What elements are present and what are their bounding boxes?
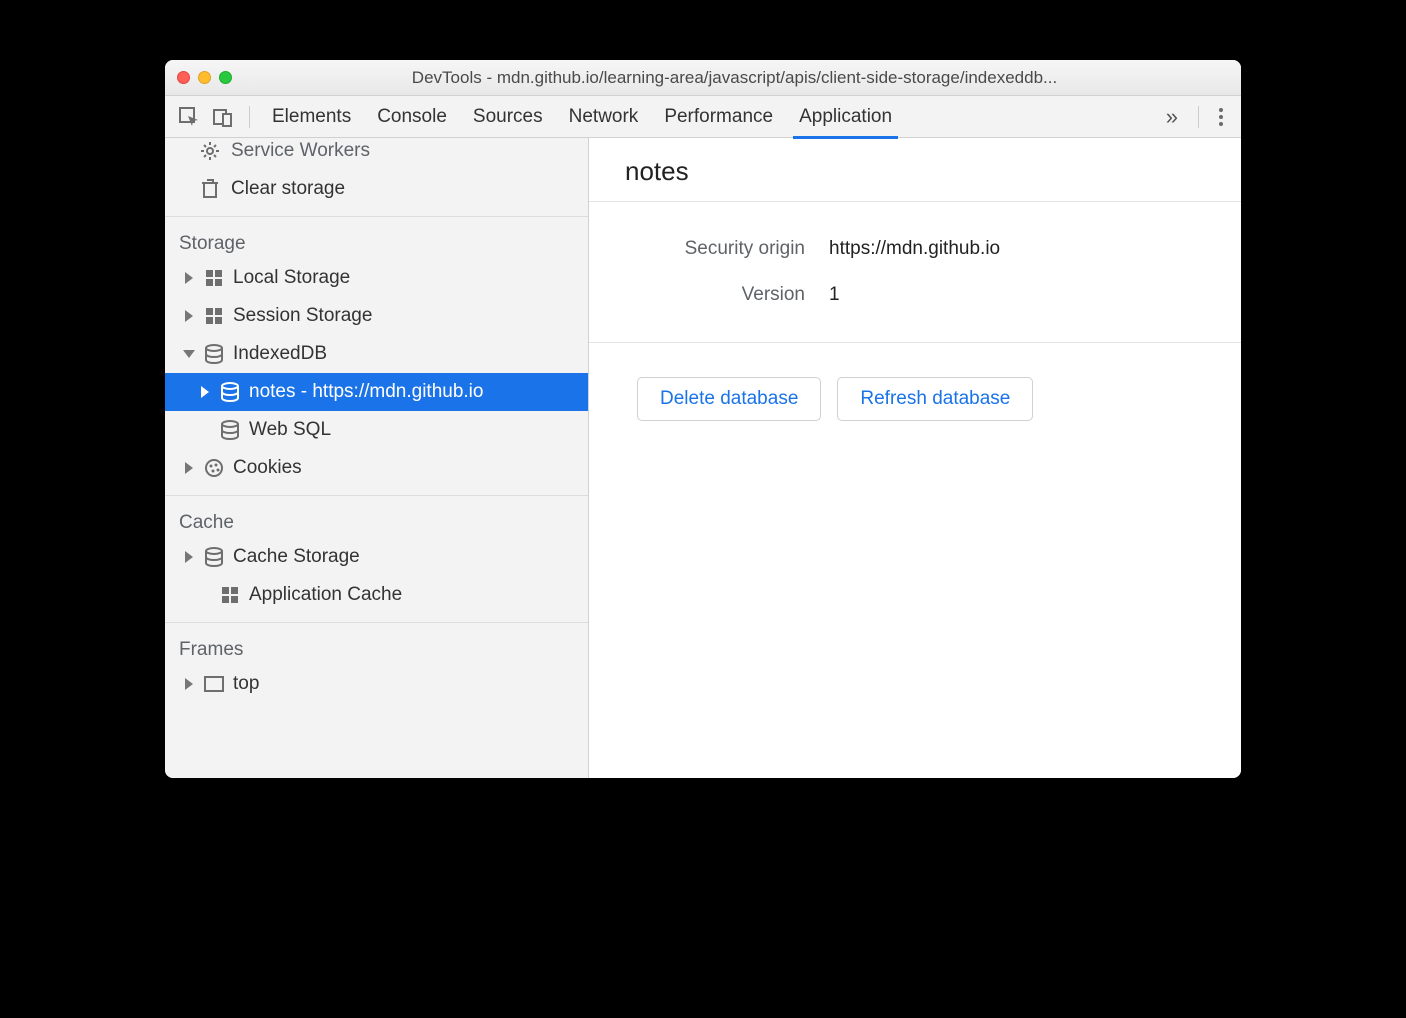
settings-menu-icon[interactable] [1211, 108, 1231, 126]
trash-icon [199, 178, 221, 200]
toolbar-separator [1198, 106, 1199, 128]
tabs-overflow-icon[interactable]: » [1158, 104, 1186, 130]
sidebar-section-cache: Cache [165, 495, 588, 538]
main-panel: notes Security origin https://mdn.github… [589, 138, 1241, 778]
database-icon [219, 419, 241, 441]
cookie-icon [203, 457, 225, 479]
devtools-window: DevTools - mdn.github.io/learning-area/j… [165, 60, 1241, 778]
delete-database-button[interactable]: Delete database [637, 377, 821, 421]
panel-body: Service Workers Clear storage Storage Lo… [165, 138, 1241, 778]
database-icon [203, 546, 225, 568]
tab-sources[interactable]: Sources [471, 98, 545, 136]
chevron-right-icon [185, 272, 193, 284]
sidebar-item-session-storage[interactable]: Session Storage [165, 297, 588, 335]
sidebar-item-label: Cache Storage [233, 546, 588, 568]
sidebar-item-label: Session Storage [233, 305, 588, 327]
chevron-right-icon [201, 386, 209, 398]
sidebar-item-label: notes - https://mdn.github.io [249, 381, 588, 403]
device-toggle-icon[interactable] [209, 103, 237, 131]
tab-application[interactable]: Application [797, 98, 894, 136]
sidebar-item-clear-storage[interactable]: Clear storage [165, 170, 588, 208]
sidebar-item-indexeddb[interactable]: IndexedDB [165, 335, 588, 373]
minimize-window-button[interactable] [198, 71, 211, 84]
sidebar-item-label: Web SQL [249, 419, 588, 441]
sidebar-item-label: Cookies [233, 457, 588, 479]
window-title: DevTools - mdn.github.io/learning-area/j… [240, 68, 1229, 88]
grid-icon [219, 584, 241, 606]
sidebar-item-label: top [233, 673, 588, 695]
sidebar-item-indexeddb-notes[interactable]: notes - https://mdn.github.io [165, 373, 588, 411]
sidebar-item-cookies[interactable]: Cookies [165, 449, 588, 487]
application-sidebar: Service Workers Clear storage Storage Lo… [165, 138, 589, 778]
grid-icon [203, 267, 225, 289]
chevron-down-icon [183, 350, 195, 358]
maximize-window-button[interactable] [219, 71, 232, 84]
close-window-button[interactable] [177, 71, 190, 84]
database-actions: Delete database Refresh database [589, 343, 1241, 421]
version-value: 1 [829, 284, 840, 306]
panel-tabs: Elements Console Sources Network Perform… [270, 98, 1152, 136]
tab-performance[interactable]: Performance [662, 98, 775, 136]
sidebar-item-web-sql[interactable]: Web SQL [165, 411, 588, 449]
toolbar-separator [249, 106, 250, 128]
refresh-database-button[interactable]: Refresh database [837, 377, 1033, 421]
sidebar-item-label: Clear storage [231, 178, 345, 200]
database-icon [219, 381, 241, 403]
chevron-right-icon [185, 551, 193, 563]
security-origin-label: Security origin [589, 238, 829, 260]
sidebar-item-local-storage[interactable]: Local Storage [165, 259, 588, 297]
chevron-right-icon [185, 462, 193, 474]
gear-icon [199, 140, 221, 162]
tab-elements[interactable]: Elements [270, 98, 353, 136]
security-origin-value: https://mdn.github.io [829, 238, 1000, 260]
devtools-toolbar: Elements Console Sources Network Perform… [165, 96, 1241, 138]
chevron-right-icon [185, 310, 193, 322]
info-row-security-origin: Security origin https://mdn.github.io [589, 226, 1241, 272]
sidebar-item-cache-storage[interactable]: Cache Storage [165, 538, 588, 576]
grid-icon [203, 305, 225, 327]
sidebar-item-label: Service Workers [231, 140, 370, 162]
tab-network[interactable]: Network [567, 98, 641, 136]
sidebar-item-label: Local Storage [233, 267, 588, 289]
sidebar-item-service-workers[interactable]: Service Workers [165, 138, 588, 170]
sidebar-section-storage: Storage [165, 216, 588, 259]
sidebar-item-application-cache[interactable]: Application Cache [165, 576, 588, 614]
traffic-lights [177, 71, 232, 84]
version-label: Version [589, 284, 829, 306]
database-info: Security origin https://mdn.github.io Ve… [589, 202, 1241, 343]
frame-icon [203, 673, 225, 695]
sidebar-item-frame-top[interactable]: top [165, 665, 588, 703]
sidebar-item-label: IndexedDB [233, 343, 588, 365]
sidebar-section-frames: Frames [165, 622, 588, 665]
sidebar-item-label: Application Cache [249, 584, 588, 606]
database-icon [203, 343, 225, 365]
info-row-version: Version 1 [589, 272, 1241, 318]
chevron-right-icon [185, 678, 193, 690]
titlebar: DevTools - mdn.github.io/learning-area/j… [165, 60, 1241, 96]
inspect-element-icon[interactable] [175, 103, 203, 131]
tab-console[interactable]: Console [375, 98, 449, 136]
database-title: notes [589, 138, 1241, 202]
